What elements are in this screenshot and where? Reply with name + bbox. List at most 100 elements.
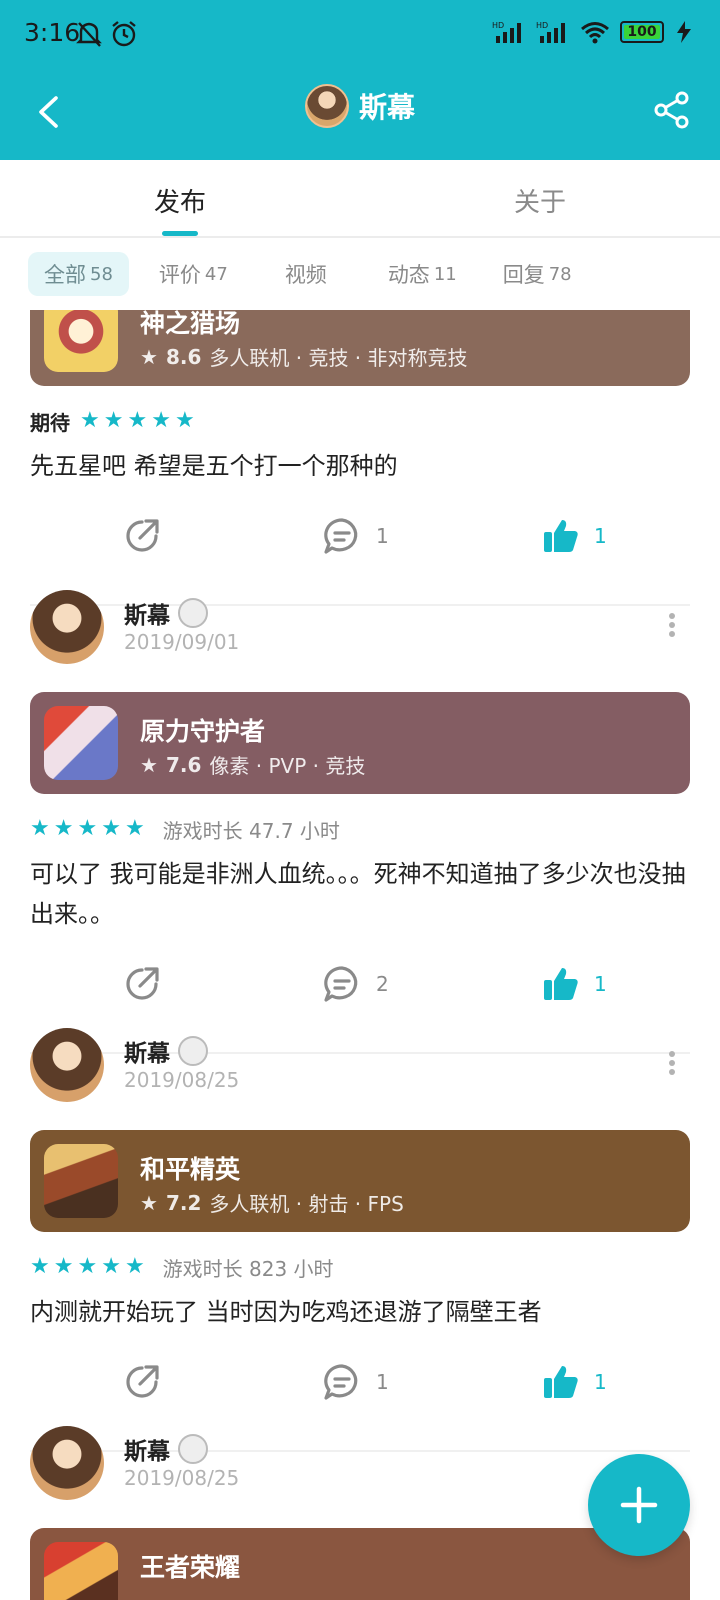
filter-count: 58 bbox=[90, 263, 113, 285]
like-button[interactable]: 1 bbox=[542, 506, 607, 566]
star-icon: ★ bbox=[151, 408, 171, 433]
comment-button[interactable]: 1 bbox=[322, 506, 389, 566]
status-system-icons: HD HD 100 bbox=[492, 20, 694, 44]
post-date: 2019/09/01 bbox=[124, 630, 240, 654]
top-navbar: 斯幕 bbox=[0, 72, 720, 160]
post-author: 斯幕 2019/08/25 bbox=[30, 1022, 690, 1112]
game-tags: 多人联机 · 竞技 · 非对称竞技 bbox=[209, 346, 468, 370]
author-name: 斯幕 bbox=[124, 1041, 170, 1067]
star-icon: ★ bbox=[30, 816, 50, 841]
more-options-icon[interactable] bbox=[668, 612, 676, 638]
game-score: 7.2 bbox=[165, 1190, 202, 1215]
signal-hd-icon-2: HD bbox=[536, 21, 565, 43]
star-icon: ★ bbox=[140, 344, 158, 369]
author-name-row[interactable]: 斯幕 bbox=[124, 1034, 208, 1068]
filter-videos[interactable]: 视频 bbox=[258, 252, 358, 296]
alarm-icon bbox=[112, 21, 136, 47]
play-time: 游戏时长 823 小时 bbox=[162, 1256, 334, 1281]
share-button[interactable] bbox=[646, 84, 698, 136]
star-icon: ★ bbox=[124, 816, 145, 841]
share-post-button[interactable] bbox=[122, 954, 162, 1014]
game-card[interactable]: 和平精英 ★ 7.2 多人联机 · 射击 · FPS bbox=[30, 1130, 690, 1232]
filter-all[interactable]: 全部 58 bbox=[28, 252, 129, 296]
star-icon: ★ bbox=[103, 408, 124, 433]
post-date: 2019/08/25 bbox=[124, 1466, 240, 1490]
share-arrow-icon bbox=[126, 1365, 159, 1398]
game-name: 神之猎场 bbox=[140, 310, 241, 338]
mute-bell-icon bbox=[76, 22, 102, 47]
comment-button[interactable]: 1 bbox=[322, 1352, 389, 1412]
game-name: 原力守护者 bbox=[140, 717, 266, 746]
star-icon: ★ bbox=[30, 1254, 50, 1279]
filter-count: 11 bbox=[433, 263, 457, 285]
add-post-button[interactable] bbox=[588, 1454, 690, 1556]
tab-posts[interactable]: 发布 bbox=[0, 160, 360, 236]
avatar[interactable] bbox=[304, 84, 349, 128]
avatar[interactable] bbox=[30, 1028, 104, 1102]
charging-icon bbox=[677, 21, 691, 43]
author-name-row[interactable]: 斯幕 bbox=[124, 1432, 208, 1466]
level-badge-icon bbox=[178, 598, 208, 628]
game-icon bbox=[44, 1542, 118, 1600]
review-text: 内测就开始玩了 当时因为吃鸡还退游了隔壁王者 bbox=[30, 1298, 542, 1326]
filter-moments[interactable]: 动态 11 bbox=[372, 252, 473, 296]
post-actions: 1 1 bbox=[30, 1352, 690, 1422]
share-arrow-icon bbox=[126, 967, 159, 1000]
share-icon bbox=[654, 91, 689, 129]
share-post-button[interactable] bbox=[122, 1352, 162, 1412]
plus-icon bbox=[620, 1486, 658, 1524]
star-icon: ★ bbox=[101, 1254, 121, 1279]
filter-bar: 全部 58 评价 47 视频 动态 11 回复 78 bbox=[28, 252, 588, 296]
wifi-icon bbox=[581, 22, 609, 44]
post-actions: 2 1 bbox=[30, 954, 690, 1024]
review-text: 先五星吧 希望是五个打一个那种的 bbox=[30, 452, 398, 480]
rating-label: 期待 bbox=[30, 410, 70, 435]
avatar[interactable] bbox=[30, 590, 104, 664]
filter-count: 47 bbox=[204, 263, 228, 285]
filter-reviews[interactable]: 评价 47 bbox=[143, 252, 244, 296]
level-badge-icon bbox=[178, 1036, 208, 1066]
game-name: 王者荣耀 bbox=[140, 1553, 241, 1582]
author-name-row[interactable]: 斯幕 bbox=[124, 596, 208, 630]
share-post-button[interactable] bbox=[122, 506, 162, 566]
game-card[interactable]: 王者荣耀 bbox=[30, 1528, 690, 1600]
star-icon: ★ bbox=[127, 408, 148, 433]
main-tabs: 发布 关于 bbox=[0, 160, 720, 238]
game-icon bbox=[44, 310, 118, 372]
game-tags: 像素 · PVP · 竞技 bbox=[209, 754, 366, 778]
thumbs-up-icon bbox=[544, 1366, 578, 1398]
game-card[interactable]: 原力守护者 ★ 7.6 像素 · PVP · 竞技 bbox=[30, 692, 690, 794]
filter-label: 动态 bbox=[387, 263, 430, 287]
star-icon: ★ bbox=[80, 408, 100, 433]
status-notification-icons bbox=[76, 20, 138, 48]
avatar[interactable] bbox=[30, 1426, 104, 1500]
like-count: 1 bbox=[594, 972, 607, 996]
game-tags: 多人联机 · 射击 · FPS bbox=[209, 1192, 404, 1216]
comment-count: 1 bbox=[376, 524, 389, 548]
rating-line: 期待 ★ ★ ★ ★ ★ bbox=[30, 406, 690, 436]
star-icon: ★ bbox=[140, 752, 158, 777]
game-score: 7.6 bbox=[165, 752, 202, 777]
comment-count: 1 bbox=[376, 1370, 389, 1394]
game-card[interactable]: 神之猎场 ★ 8.6 多人联机 · 竞技 · 非对称竞技 bbox=[30, 310, 690, 386]
like-button[interactable]: 1 bbox=[542, 1352, 607, 1412]
filter-replies[interactable]: 回复 78 bbox=[487, 252, 588, 296]
status-time: 3:16 bbox=[24, 18, 81, 47]
like-count: 1 bbox=[594, 1370, 607, 1394]
star-icon: ★ bbox=[53, 816, 74, 841]
signal-hd-icon: HD bbox=[492, 21, 521, 43]
star-icon: ★ bbox=[53, 1254, 74, 1279]
filter-label: 评价 bbox=[158, 263, 201, 287]
star-icon: ★ bbox=[140, 1190, 158, 1215]
filter-count: 78 bbox=[548, 263, 572, 285]
game-meta: ★ 8.6 多人联机 · 竞技 · 非对称竞技 bbox=[140, 342, 468, 371]
more-options-icon[interactable] bbox=[668, 1050, 676, 1076]
comment-button[interactable]: 2 bbox=[322, 954, 389, 1014]
star-icon: ★ bbox=[174, 408, 195, 433]
rating-line: ★ ★ ★ ★ ★ 游戏时长 823 小时 bbox=[30, 1252, 690, 1282]
svg-text:HD: HD bbox=[536, 21, 548, 30]
like-button[interactable]: 1 bbox=[542, 954, 607, 1014]
comment-icon bbox=[324, 518, 358, 554]
tab-about[interactable]: 关于 bbox=[360, 160, 720, 236]
filter-label: 回复 bbox=[502, 263, 545, 287]
